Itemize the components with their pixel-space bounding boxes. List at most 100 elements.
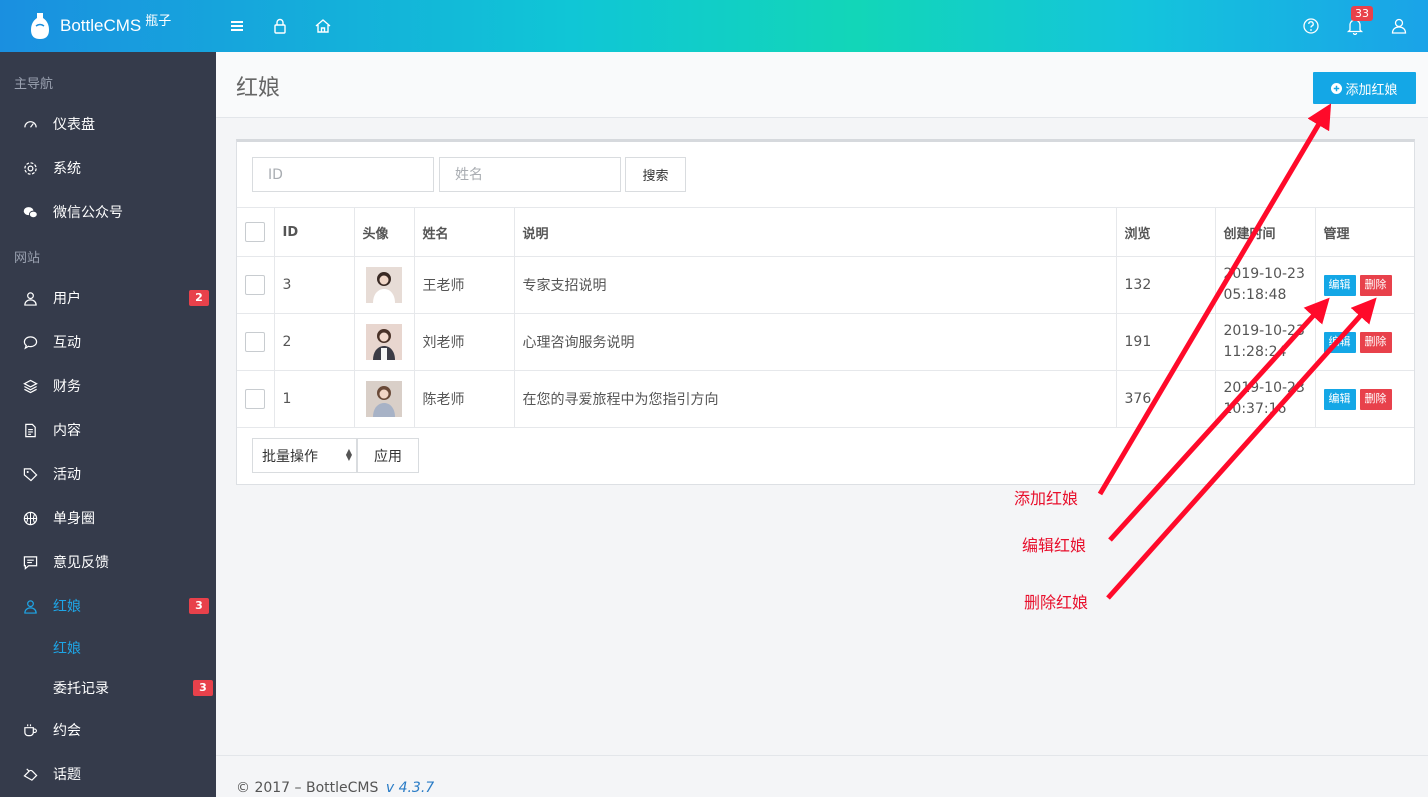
basketball-icon <box>22 510 38 526</box>
delete-button[interactable]: 删除 <box>1359 388 1392 410</box>
column-header-desc: 说明 <box>514 207 1117 257</box>
sidebar-subitem-matchmaker[interactable]: 红娘 <box>0 628 216 668</box>
cell-manage: 编辑 删除 <box>1315 313 1414 371</box>
column-header-name: 姓名 <box>414 207 515 257</box>
bulk-action-value: 批量操作 <box>262 448 318 465</box>
cell-name: 王老师 <box>414 256 515 314</box>
sidebar-subitem-commission-records[interactable]: 委托记录 3 <box>0 668 216 708</box>
cell-views: 376 <box>1116 370 1216 428</box>
top-header: BottleCMS 瓶子 33 <box>0 0 1428 52</box>
sidebar-item-label: 仪表盘 <box>53 117 95 133</box>
cell-desc: 在您的寻爱旅程中为您指引方向 <box>514 370 1117 428</box>
edit-button[interactable]: 编辑 <box>1323 331 1356 353</box>
notification-badge: 33 <box>1351 6 1373 21</box>
brand-sub: 瓶子 <box>145 13 172 29</box>
delete-button[interactable]: 删除 <box>1359 331 1392 353</box>
cell-manage: 编辑 删除 <box>1315 256 1414 314</box>
cell-avatar <box>354 256 415 314</box>
select-all-cell <box>237 207 275 257</box>
delete-button[interactable]: 删除 <box>1359 274 1392 296</box>
sidebar-item-label: 约会 <box>53 723 81 739</box>
bottle-logo-icon <box>31 13 49 39</box>
sidebar-item-dashboard[interactable]: 仪表盘 <box>0 102 216 146</box>
help-icon[interactable] <box>1299 14 1323 38</box>
sidebar-item-activity[interactable]: 活动 <box>0 452 216 496</box>
home-icon[interactable] <box>311 14 335 38</box>
section-title-main: 主导航 <box>14 77 54 92</box>
table-row: 3 王老师 专家支招说明 132 2019-10-23 05:18:48 编辑 删除 <box>237 256 1414 314</box>
created-date: 2019-10-23 <box>1223 380 1305 396</box>
sidebar-item-interaction[interactable]: 互动 <box>0 320 216 364</box>
bulk-action-select[interactable]: 批量操作 ▲ ▼ <box>252 438 357 473</box>
created-time: 05:18:48 <box>1223 287 1287 303</box>
column-header-manage: 管理 <box>1315 207 1414 257</box>
sidebar-item-label: 系统 <box>53 161 81 177</box>
list-panel: 搜索 ID 头像 姓名 说明 浏览 创建时间 管理 <box>236 139 1415 485</box>
sidebar-item-users[interactable]: 用户 2 <box>0 276 216 320</box>
cell-desc: 心理咨询服务说明 <box>514 313 1117 371</box>
sidebar-subitem-label: 委托记录 <box>53 681 109 697</box>
cell-views: 132 <box>1116 256 1216 314</box>
cell-created: 2019-10-23 10:37:16 <box>1215 370 1316 428</box>
sidebar-item-feedback[interactable]: 意见反馈 <box>0 540 216 584</box>
select-arrows-icon: ▲ ▼ <box>345 447 352 462</box>
sidebar-item-system[interactable]: 系统 <box>0 146 216 190</box>
plus-circle-icon <box>1331 82 1343 94</box>
cell-created: 2019-10-23 05:18:48 <box>1215 256 1316 314</box>
select-all-checkbox[interactable] <box>245 222 265 242</box>
cell-views: 191 <box>1116 313 1216 371</box>
sidebar-item-topics[interactable]: 话题 <box>0 752 216 796</box>
created-time: 10:37:16 <box>1223 401 1287 417</box>
sidebar-item-wechat[interactable]: 微信公众号 <box>0 190 216 234</box>
section-title-site: 网站 <box>14 251 41 266</box>
edit-button[interactable]: 编辑 <box>1323 274 1356 296</box>
search-button[interactable]: 搜索 <box>625 157 686 192</box>
sidebar: 主导航 仪表盘 系统 微信公众号 网站 用户 2 互动 财务 内容 活动 单身圈… <box>0 52 216 797</box>
matchmaker-badge: 3 <box>189 598 209 614</box>
sidebar-item-label: 活动 <box>53 467 81 483</box>
row-checkbox[interactable] <box>245 275 265 295</box>
commission-badge: 3 <box>193 680 213 696</box>
row-checkbox[interactable] <box>245 332 265 352</box>
sidebar-item-label: 话题 <box>53 767 81 783</box>
add-button-label: 添加红娘 <box>1345 81 1398 97</box>
sidebar-item-matchmaker[interactable]: 红娘 3 <box>0 584 216 628</box>
copyright: © 2017 – BottleCMS <box>236 780 379 796</box>
footer: © 2017 – BottleCMS v 4.3.7 <box>216 755 1428 797</box>
cell-created: 2019-10-23 11:28:24 <box>1215 313 1316 371</box>
column-header-avatar: 头像 <box>354 207 415 257</box>
add-matchmaker-button[interactable]: 添加红娘 <box>1313 72 1416 104</box>
user-icon <box>22 598 38 614</box>
brand[interactable]: BottleCMS 瓶子 <box>0 0 216 52</box>
id-search-input[interactable] <box>252 157 434 192</box>
sidebar-item-label: 内容 <box>53 423 81 439</box>
menu-icon[interactable] <box>225 14 249 38</box>
row-checkbox[interactable] <box>245 389 265 409</box>
version: v 4.3.7 <box>385 780 435 796</box>
sidebar-item-content[interactable]: 内容 <box>0 408 216 452</box>
sidebar-item-label: 互动 <box>53 335 81 351</box>
footer-text: © 2017 – BottleCMS v 4.3.7 <box>236 780 434 796</box>
created-date: 2019-10-23 <box>1223 266 1305 282</box>
user-profile-icon[interactable] <box>1387 14 1411 38</box>
annotation-add: 添加红娘 <box>1014 489 1079 508</box>
edit-button[interactable]: 编辑 <box>1323 388 1356 410</box>
sidebar-item-label: 意见反馈 <box>53 555 109 571</box>
annotation-delete: 删除红娘 <box>1024 593 1089 612</box>
sidebar-item-dating[interactable]: 约会 <box>0 708 216 752</box>
brand-name: BottleCMS <box>60 16 142 35</box>
table-row: 2 刘老师 心理咨询服务说明 191 2019-10-23 11:28:24 编辑… <box>237 313 1414 371</box>
cell-avatar <box>354 313 415 371</box>
users-badge: 2 <box>189 290 209 306</box>
apply-button[interactable]: 应用 <box>357 438 419 473</box>
sidebar-item-label: 用户 <box>53 291 81 307</box>
name-search-input[interactable] <box>439 157 621 192</box>
main-content: 红娘 添加红娘 搜索 ID 头像 姓名 说明 浏览 创建时间 <box>216 52 1428 797</box>
lock-icon[interactable] <box>268 14 292 38</box>
sidebar-item-singles[interactable]: 单身圈 <box>0 496 216 540</box>
sidebar-item-finance[interactable]: 财务 <box>0 364 216 408</box>
column-header-created: 创建时间 <box>1215 207 1316 257</box>
page-title: 红娘 <box>236 76 281 101</box>
page-header: 红娘 添加红娘 <box>216 52 1428 118</box>
cell-name: 刘老师 <box>414 313 515 371</box>
